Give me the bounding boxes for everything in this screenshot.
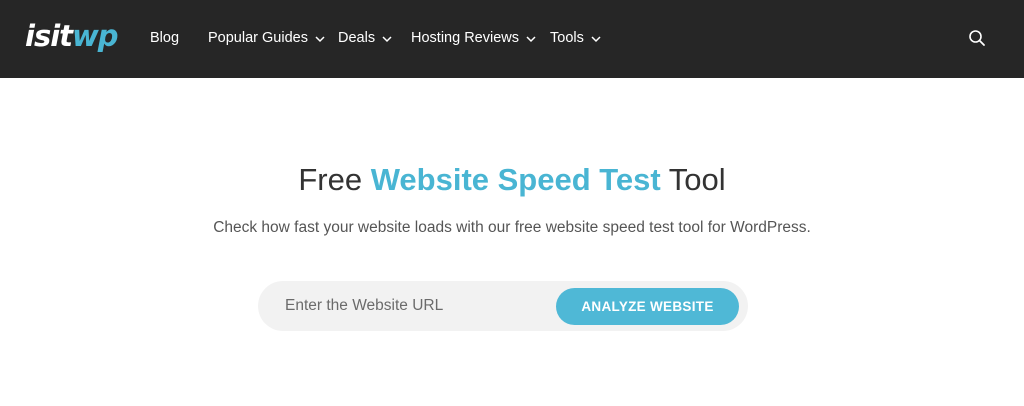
nav-item-label: Popular Guides (208, 30, 308, 46)
chevron-down-icon (590, 32, 602, 44)
nav-item-popular-guides[interactable]: Popular Guides (208, 27, 326, 49)
chevron-down-icon (525, 32, 537, 44)
speed-test-form: ANALYZE WEBSITE (258, 281, 748, 331)
nav-item-hosting-reviews[interactable]: Hosting Reviews (411, 27, 537, 49)
nav-item-tools[interactable]: Tools (550, 27, 602, 49)
analyze-website-button[interactable]: ANALYZE WEBSITE (556, 288, 739, 325)
title-prefix: Free (298, 162, 371, 197)
search-icon[interactable] (966, 27, 988, 49)
title-highlight: Website Speed Test (370, 162, 661, 197)
nav-item-blog[interactable]: Blog (150, 27, 179, 49)
nav-item-label: Blog (150, 30, 180, 46)
title-suffix: Tool (660, 162, 726, 197)
site-logo[interactable]: isitwp (25, 18, 119, 54)
site-header: isitwp Blog Popular Guides Deals Hosting… (0, 0, 1024, 78)
website-url-input[interactable] (268, 287, 548, 325)
page-subtitle: Check how fast your website loads with o… (213, 219, 811, 236)
page-title: Free Website Speed Test Tool (0, 160, 1024, 200)
chevron-down-icon (381, 32, 393, 44)
logo-text-wp: wp (72, 19, 119, 53)
nav-item-label: Hosting Reviews (411, 30, 519, 46)
nav-item-deals[interactable]: Deals (338, 27, 393, 49)
chevron-down-icon (314, 32, 326, 44)
nav-item-label: Tools (550, 30, 584, 46)
logo-text-isit: isit (25, 19, 73, 53)
nav-item-label: Deals (338, 30, 376, 46)
